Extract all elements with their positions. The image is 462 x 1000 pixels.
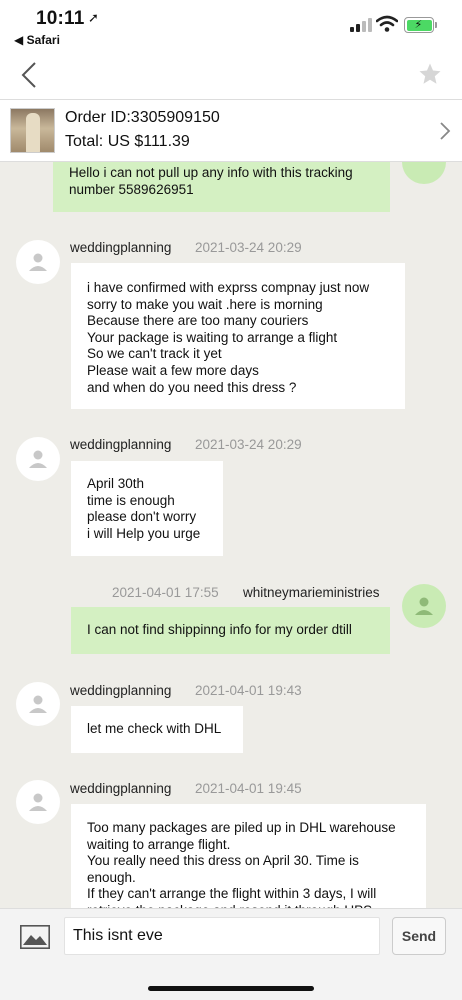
sender-name: weddingplanning [70, 240, 172, 255]
message-bubble: I can not find shippinng info for my ord… [71, 607, 390, 654]
home-indicator[interactable] [148, 986, 314, 991]
avatar [402, 584, 446, 628]
timestamp: 2021-04-01 19:43 [195, 683, 302, 698]
clock: 10:11 [36, 8, 85, 29]
avatar [16, 682, 60, 726]
message-bubble: let me check with DHL [71, 706, 243, 753]
user-icon [29, 793, 47, 811]
composer-bar: Send [0, 908, 462, 965]
timestamp: 2021-04-01 19:45 [195, 781, 302, 796]
chat-thread[interactable]: Hello i can not pull up any info with th… [0, 162, 462, 908]
sender-name: whitneymarieministries [243, 585, 380, 600]
message-bubble: Hello i can not pull up any info with th… [53, 162, 390, 212]
avatar [402, 162, 446, 184]
status-bar: 10:11 ➚ ◀ Safari ⚡ [0, 0, 462, 50]
sender-name: weddingplanning [70, 437, 172, 452]
home-area [0, 965, 462, 1000]
send-button[interactable]: Send [392, 917, 446, 955]
back-chevron-icon[interactable] [16, 60, 46, 90]
nav-bar [0, 50, 462, 100]
avatar [16, 780, 60, 824]
timestamp: 2021-04-01 17:55 [112, 585, 219, 600]
message-bubble: Too many packages are piled up in DHL wa… [71, 804, 426, 908]
back-to-safari-link[interactable]: ◀ Safari [14, 33, 60, 47]
wifi-icon [376, 15, 398, 32]
user-icon [29, 253, 47, 271]
location-arrow-icon: ➚ [88, 10, 99, 25]
avatar [16, 437, 60, 481]
charging-bolt-icon: ⚡ [414, 18, 423, 31]
favorite-star-icon[interactable] [418, 62, 442, 86]
timestamp: 2021-03-24 20:29 [195, 240, 302, 255]
order-total: Total: US $111.39 [65, 133, 190, 150]
order-summary[interactable]: Order ID:3305909150 Total: US $111.39 [0, 100, 462, 162]
user-icon [29, 450, 47, 468]
battery-tip [435, 22, 437, 28]
user-icon [415, 597, 433, 615]
timestamp: 2021-03-24 20:29 [195, 437, 302, 452]
sender-name: weddingplanning [70, 781, 172, 796]
image-icon[interactable] [20, 925, 50, 949]
user-icon [29, 695, 47, 713]
sender-name: weddingplanning [70, 683, 172, 698]
avatar [16, 240, 60, 284]
chevron-right-icon[interactable] [438, 121, 452, 141]
cellular-signal-icon [350, 18, 372, 32]
message-input[interactable] [64, 917, 380, 955]
order-id: Order ID:3305909150 [65, 109, 220, 126]
battery-icon: ⚡ [404, 17, 434, 33]
product-thumbnail [10, 108, 55, 153]
message-bubble: i have confirmed with exprss compnay jus… [71, 263, 405, 409]
message-bubble: April 30th time is enough please don't w… [71, 461, 223, 556]
